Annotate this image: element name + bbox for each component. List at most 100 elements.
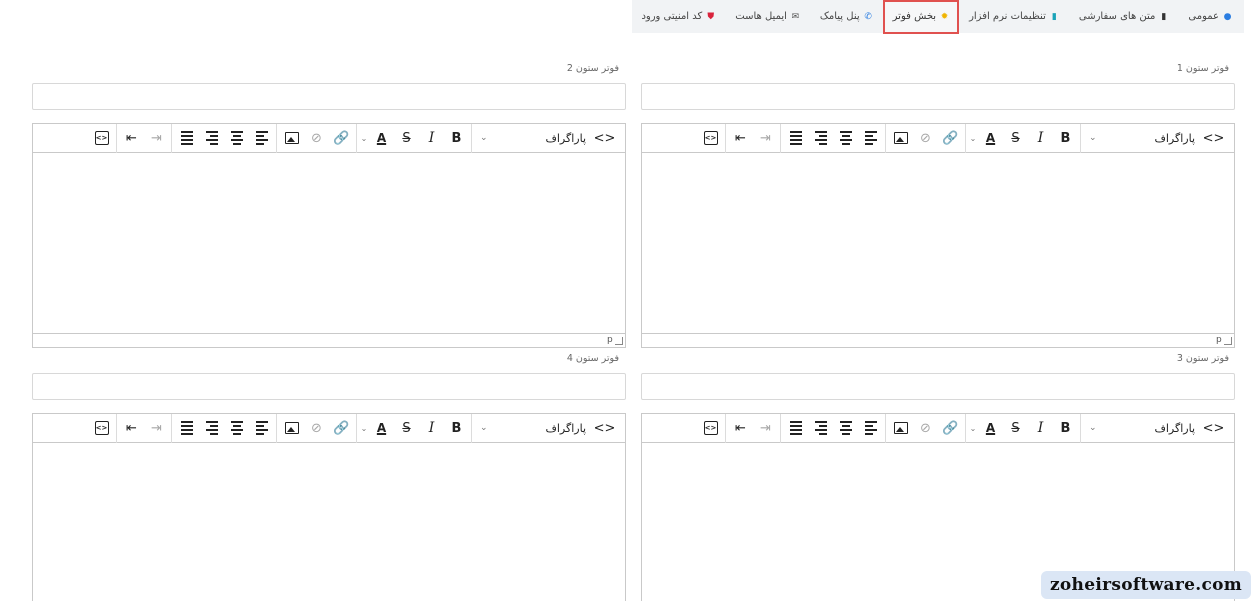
- align-right-icon[interactable]: [808, 127, 833, 149]
- align-center-icon[interactable]: [833, 417, 858, 439]
- align-center-icon[interactable]: [224, 417, 249, 439]
- bold-button[interactable]: B: [1053, 417, 1078, 439]
- link-icon[interactable]: 🔗: [938, 127, 963, 149]
- resize-handle-icon[interactable]: [615, 337, 623, 345]
- italic-button[interactable]: I: [1028, 127, 1053, 149]
- toolbar-separator: [356, 413, 357, 443]
- indent-icon[interactable]: ⇥: [753, 127, 778, 149]
- tab-0[interactable]: ● عمومی: [1178, 0, 1242, 33]
- editor-statusbar: p: [33, 333, 625, 347]
- tab-1[interactable]: ▮ متن های سفارشی: [1069, 0, 1179, 33]
- editor-content-area[interactable]: [33, 153, 625, 333]
- indent-icon[interactable]: ⇥: [753, 417, 778, 439]
- source-view-icon[interactable]: <>: [698, 417, 723, 439]
- watermark-banner: zoheirsoftware.com: [1041, 571, 1251, 599]
- resize-handle-icon[interactable]: [1224, 337, 1232, 345]
- source-code-icon[interactable]: <>: [592, 127, 617, 149]
- strikethrough-button[interactable]: S: [394, 127, 419, 149]
- image-icon[interactable]: [279, 127, 304, 149]
- unlink-icon[interactable]: ⊘: [304, 127, 329, 149]
- font-color-dropdown-icon[interactable]: ⌄: [968, 134, 978, 143]
- image-icon[interactable]: [279, 417, 304, 439]
- unlink-icon[interactable]: ⊘: [913, 417, 938, 439]
- align-right-icon[interactable]: [199, 417, 224, 439]
- source-code-icon[interactable]: <>: [1201, 127, 1226, 149]
- align-right-icon[interactable]: [808, 417, 833, 439]
- source-view-icon[interactable]: <>: [698, 127, 723, 149]
- tab-label: پنل پیامک: [819, 11, 860, 22]
- footer-column-1-title-input[interactable]: [641, 83, 1235, 110]
- chevron-down-icon: ⌄: [1089, 423, 1097, 433]
- tab-label: متن های سفارشی: [1078, 11, 1156, 22]
- outdent-icon[interactable]: ⇤: [119, 417, 144, 439]
- editor-content-area[interactable]: [33, 443, 625, 601]
- font-color-dropdown-icon[interactable]: ⌄: [968, 424, 978, 433]
- block-format-label: پاراگراف: [1154, 421, 1195, 435]
- italic-button[interactable]: I: [419, 417, 444, 439]
- font-color-button[interactable]: A: [369, 127, 394, 149]
- toolbar-separator: [965, 123, 966, 153]
- outdent-icon[interactable]: ⇤: [728, 127, 753, 149]
- align-left-icon[interactable]: [249, 417, 274, 439]
- outdent-icon[interactable]: ⇤: [119, 127, 144, 149]
- align-justify-icon[interactable]: [174, 127, 199, 149]
- indent-icon[interactable]: ⇥: [144, 127, 169, 149]
- strikethrough-button[interactable]: S: [1003, 127, 1028, 149]
- align-justify-icon[interactable]: [783, 127, 808, 149]
- editor-content-area[interactable]: [642, 153, 1234, 333]
- footer-column-4-label: فوتر ستون 4: [566, 353, 619, 364]
- link-icon[interactable]: 🔗: [938, 417, 963, 439]
- font-color-button[interactable]: A: [978, 127, 1003, 149]
- font-color-button[interactable]: A: [369, 417, 394, 439]
- align-justify-icon[interactable]: [174, 417, 199, 439]
- image-icon[interactable]: [888, 127, 913, 149]
- footer-column-4-title-input[interactable]: [32, 373, 626, 400]
- source-code-icon[interactable]: <>: [1201, 417, 1226, 439]
- align-left-icon[interactable]: [858, 417, 883, 439]
- footer-column-1-label: فوتر ستون 1: [1176, 63, 1229, 74]
- align-center-icon[interactable]: [833, 127, 858, 149]
- tab-5[interactable]: ✉ ایمیل هاست: [725, 0, 810, 33]
- source-view-icon[interactable]: <>: [89, 417, 114, 439]
- bold-button[interactable]: B: [444, 127, 469, 149]
- footer-column-2-title-input[interactable]: [32, 83, 626, 110]
- block-format-label: پاراگراف: [545, 421, 586, 435]
- link-icon[interactable]: 🔗: [329, 127, 354, 149]
- source-code-icon[interactable]: <>: [592, 417, 617, 439]
- align-justify-icon[interactable]: [783, 417, 808, 439]
- unlink-icon[interactable]: ⊘: [913, 127, 938, 149]
- image-icon[interactable]: [888, 417, 913, 439]
- block-format-dropdown[interactable]: پاراگراف ⌄: [474, 417, 592, 439]
- source-view-icon[interactable]: <>: [89, 127, 114, 149]
- outdent-icon[interactable]: ⇤: [728, 417, 753, 439]
- editor-toolbar: <> پاراگراف ⌄ B I S A ⌄ 🔗 ⊘ ⇥ ⇤ <>: [33, 413, 625, 443]
- strikethrough-button[interactable]: S: [1003, 417, 1028, 439]
- align-right-icon[interactable]: [199, 127, 224, 149]
- align-left-icon[interactable]: [858, 127, 883, 149]
- footer-column-3-title-input[interactable]: [641, 373, 1235, 400]
- block-format-dropdown[interactable]: پاراگراف ⌄: [1083, 127, 1201, 149]
- tab-6[interactable]: ⛊ کد امنیتی ورود: [631, 0, 725, 33]
- toolbar-separator: [780, 413, 781, 443]
- tab-4[interactable]: ✆ پنل پیامک: [810, 0, 883, 33]
- toolbar-separator: [171, 123, 172, 153]
- align-center-icon[interactable]: [224, 127, 249, 149]
- font-color-button[interactable]: A: [978, 417, 1003, 439]
- indent-icon[interactable]: ⇥: [144, 417, 169, 439]
- block-format-dropdown[interactable]: پاراگراف ⌄: [474, 127, 592, 149]
- italic-button[interactable]: I: [419, 127, 444, 149]
- tab-2[interactable]: ▮ تنظیمات نرم افزار: [959, 0, 1069, 33]
- chevron-down-icon: ⌄: [1089, 133, 1097, 143]
- shield-icon: ⛊: [707, 11, 715, 22]
- font-color-dropdown-icon[interactable]: ⌄: [359, 134, 369, 143]
- link-icon[interactable]: 🔗: [329, 417, 354, 439]
- align-left-icon[interactable]: [249, 127, 274, 149]
- bold-button[interactable]: B: [444, 417, 469, 439]
- font-color-dropdown-icon[interactable]: ⌄: [359, 424, 369, 433]
- unlink-icon[interactable]: ⊘: [304, 417, 329, 439]
- block-format-dropdown[interactable]: پاراگراف ⌄: [1083, 417, 1201, 439]
- bold-button[interactable]: B: [1053, 127, 1078, 149]
- italic-button[interactable]: I: [1028, 417, 1053, 439]
- tab-3[interactable]: ✹ بخش فوتر: [882, 0, 960, 34]
- strikethrough-button[interactable]: S: [394, 417, 419, 439]
